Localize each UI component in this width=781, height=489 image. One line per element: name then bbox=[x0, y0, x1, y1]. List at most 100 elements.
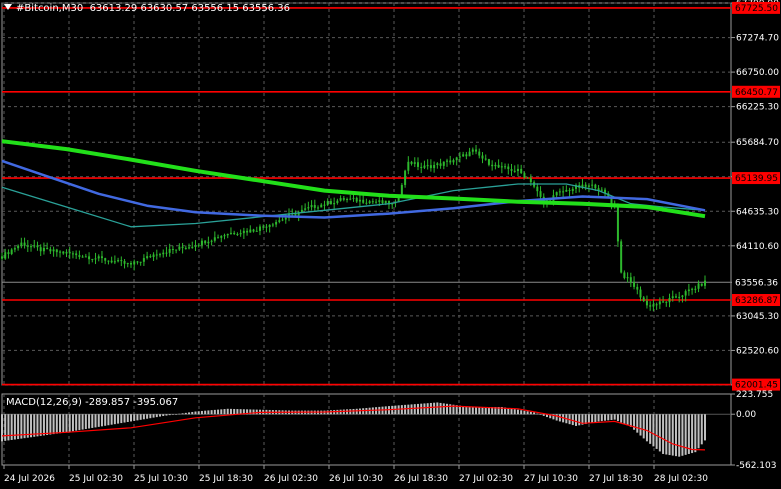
candle-body bbox=[336, 200, 339, 204]
macd-histogram-bar bbox=[191, 411, 194, 415]
candle-body bbox=[681, 295, 684, 297]
macd-histogram-bar bbox=[175, 414, 178, 415]
candle-body bbox=[210, 240, 213, 242]
candle-body bbox=[471, 149, 474, 152]
x-tick-label: 25 Jul 18:30 bbox=[199, 474, 253, 484]
macd-histogram-bar bbox=[75, 414, 78, 431]
macd-histogram-bar bbox=[226, 408, 229, 415]
macd-histogram-bar bbox=[626, 414, 629, 426]
candle-body bbox=[84, 256, 87, 258]
candle-body bbox=[375, 201, 378, 203]
macd-histogram-bar bbox=[468, 406, 471, 415]
candle-body bbox=[52, 249, 55, 252]
candle-body bbox=[642, 297, 645, 301]
candle-body bbox=[355, 197, 358, 202]
candle-body bbox=[433, 165, 436, 169]
candle-body bbox=[346, 199, 349, 201]
macd-header: MACD(12,26,9) -289.857 -395.067 bbox=[6, 397, 178, 408]
candle-body bbox=[562, 191, 565, 193]
candle-body bbox=[317, 207, 320, 209]
macd-y-tick-label: 0.00 bbox=[736, 410, 756, 420]
macd-histogram-bar bbox=[142, 414, 145, 420]
candle-body bbox=[78, 255, 81, 257]
candle-body bbox=[10, 249, 13, 255]
macd-histogram-bar bbox=[178, 413, 181, 415]
candle-body bbox=[62, 251, 65, 254]
candle-body bbox=[275, 221, 278, 225]
macd-histogram-bar bbox=[181, 413, 184, 415]
candle-body bbox=[146, 256, 149, 259]
macd-histogram-bar bbox=[136, 414, 139, 421]
candle-body bbox=[320, 204, 323, 208]
candle-body bbox=[223, 235, 226, 237]
candle-body bbox=[133, 261, 136, 265]
candle-body bbox=[262, 226, 265, 228]
candle-body bbox=[39, 247, 42, 252]
macd-histogram-bar bbox=[1, 414, 3, 442]
candle-body bbox=[242, 230, 245, 234]
macd-histogram-bar bbox=[513, 409, 516, 415]
macd-histogram-bar bbox=[571, 414, 574, 426]
candle-body bbox=[313, 205, 316, 208]
macd-histogram-bar bbox=[704, 414, 706, 441]
y-tick-label: 67274.70 bbox=[736, 34, 779, 44]
candle-body bbox=[420, 166, 423, 168]
candle-body bbox=[268, 224, 271, 227]
macd-histogram-bar bbox=[404, 404, 407, 415]
candle-body bbox=[504, 166, 507, 168]
candle-body bbox=[571, 188, 574, 191]
candle-body bbox=[304, 208, 307, 210]
candle-body bbox=[100, 256, 103, 259]
candle-body bbox=[697, 283, 700, 289]
candle-body bbox=[226, 233, 229, 236]
price-level-label: 65139.95 bbox=[735, 174, 778, 184]
macd-histogram-bar bbox=[478, 406, 481, 415]
candle-body bbox=[7, 252, 10, 255]
candle-body bbox=[30, 246, 33, 248]
candle-body bbox=[436, 163, 439, 166]
candle-body bbox=[700, 283, 703, 286]
macd-histogram-bar bbox=[184, 412, 187, 415]
candle-body bbox=[694, 288, 697, 290]
candle-body bbox=[20, 242, 23, 246]
macd-histogram-bar bbox=[658, 414, 661, 452]
macd-histogram-bar bbox=[436, 402, 439, 415]
ohlc-values: 63613.29 63630.57 63556.15 63556.36 bbox=[89, 3, 290, 14]
macd-histogram-bar bbox=[91, 414, 94, 428]
candle-body bbox=[91, 259, 94, 261]
candle-body bbox=[662, 301, 665, 303]
macd-histogram-bar bbox=[146, 414, 149, 419]
candle-body bbox=[365, 202, 368, 204]
macd-histogram-bar bbox=[100, 414, 103, 427]
candle-body bbox=[104, 258, 107, 261]
candle-body bbox=[507, 166, 510, 170]
macd-histogram-bar bbox=[471, 406, 474, 415]
candle-body bbox=[626, 277, 629, 279]
candle-body bbox=[281, 219, 284, 221]
candle-body bbox=[446, 160, 449, 162]
macd-histogram-bar bbox=[352, 408, 355, 415]
candle-body bbox=[184, 247, 187, 249]
candle-body bbox=[126, 263, 129, 265]
candle-body bbox=[42, 247, 45, 252]
candle-body bbox=[536, 186, 539, 192]
dropdown-triangle-icon[interactable] bbox=[4, 4, 12, 10]
candle-body bbox=[342, 198, 345, 200]
candle-body bbox=[371, 201, 374, 203]
macd-histogram-bar bbox=[62, 414, 65, 433]
candle-body bbox=[449, 160, 452, 163]
macd-histogram-bar bbox=[149, 414, 152, 419]
candle-body bbox=[236, 234, 239, 236]
macd-histogram-bar bbox=[597, 414, 600, 422]
candle-body bbox=[500, 166, 503, 168]
macd-histogram-bar bbox=[84, 414, 87, 430]
candle-body bbox=[265, 226, 268, 228]
chart-canvas[interactable]: 24 Jul 2026 25 Jul 02:30 25 Jul 10:30 25 Ju… bbox=[0, 0, 781, 489]
candle-body bbox=[513, 170, 516, 172]
macd-histogram-bar bbox=[423, 403, 426, 415]
trading-chart[interactable]: 24 Jul 2026 25 Jul 02:30 25 Jul 10:30 25 Ju… bbox=[0, 0, 781, 489]
x-tick-label: 26 Jul 02:30 bbox=[264, 474, 318, 484]
macd-histogram-bar bbox=[465, 406, 468, 415]
candle-body bbox=[639, 289, 642, 298]
candle-body bbox=[429, 165, 432, 169]
